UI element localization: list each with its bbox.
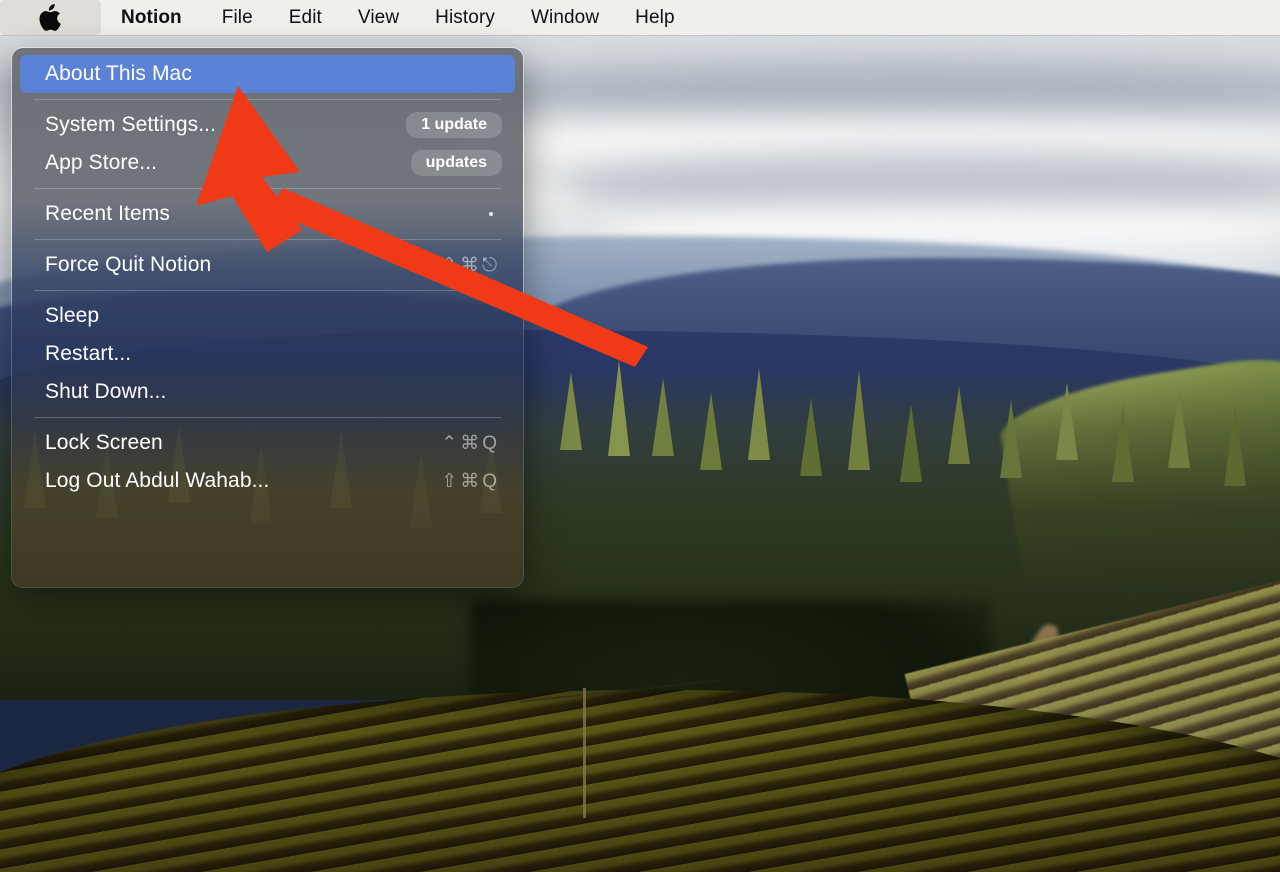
menu-item-lock-screen[interactable]: Lock Screen ⌃⌘Q [20,424,515,462]
cloud-band-1 [500,60,1280,120]
menu-item-system-settings[interactable]: System Settings... 1 update [20,106,515,144]
menu-item-shortcut: ⌃⌘Q [441,432,500,454]
tree [1000,400,1022,478]
tree [800,398,822,476]
menu-item-log-out[interactable]: Log Out Abdul Wahab... ⇧⌘Q [20,462,515,500]
tree [1168,390,1190,468]
tree [1224,408,1246,486]
menu-item-label: About This Mac [45,62,192,85]
menu-bar-item-view[interactable]: View [340,7,417,29]
menu-separator [34,188,501,189]
menu-item-shortcut: ⌥⇧⌘⎋ [416,254,500,276]
apple-menu-dropdown: About This Mac System Settings... 1 upda… [11,47,524,588]
desktop-screen: Notion File Edit View History Window Hel… [0,0,1280,872]
menu-bar: Notion File Edit View History Window Hel… [0,0,1280,35]
updates-badge: updates [410,150,502,176]
menu-item-label: Restart... [45,342,132,365]
menu-item-shut-down[interactable]: Shut Down... [20,373,515,411]
tree [848,370,870,470]
menu-item-label: Lock Screen [45,431,163,454]
apple-logo-icon [39,4,62,31]
tree [608,360,630,456]
menu-separator [34,290,501,291]
menu-bar-item-help[interactable]: Help [617,7,692,29]
menu-separator [34,99,501,100]
tree [560,372,582,450]
menu-item-force-quit[interactable]: Force Quit Notion ⌥⇧⌘⎋ [20,246,515,284]
tree [1056,382,1078,460]
menu-item-about-this-mac[interactable]: About This Mac [20,55,515,93]
menu-item-label: Recent Items [45,202,170,225]
tree [948,386,970,464]
update-badge: 1 update [406,112,502,138]
menu-separator [34,239,501,240]
menu-bar-item-file[interactable]: File [204,7,271,29]
menu-separator [34,417,501,418]
menu-item-app-store[interactable]: App Store... updates [20,144,515,182]
vineyard-hill [0,690,1280,872]
menu-item-label: Force Quit Notion [45,253,212,276]
apple-menu-button[interactable] [0,0,101,35]
utility-pole [583,688,586,818]
tree [652,378,674,456]
menu-bar-item-edit[interactable]: Edit [271,7,340,29]
tree [700,392,722,470]
menu-item-recent-items[interactable]: Recent Items [20,195,515,233]
menu-item-label: System Settings... [45,113,217,136]
menu-item-shortcut: ⇧⌘Q [441,470,500,492]
tree [900,404,922,482]
menu-bar-item-window[interactable]: Window [513,7,617,29]
menu-item-restart[interactable]: Restart... [20,335,515,373]
menu-bar-item-notion[interactable]: Notion [101,7,204,29]
menu-item-label: Sleep [45,304,100,327]
tree [1112,404,1134,482]
menu-item-label: Shut Down... [45,380,167,403]
tree [748,368,770,460]
menu-item-label: Log Out Abdul Wahab... [45,469,270,492]
submenu-arrow-icon [489,212,493,216]
menu-item-sleep[interactable]: Sleep [20,297,515,335]
menu-bar-item-history[interactable]: History [417,7,513,29]
menu-item-label: App Store... [45,151,158,174]
